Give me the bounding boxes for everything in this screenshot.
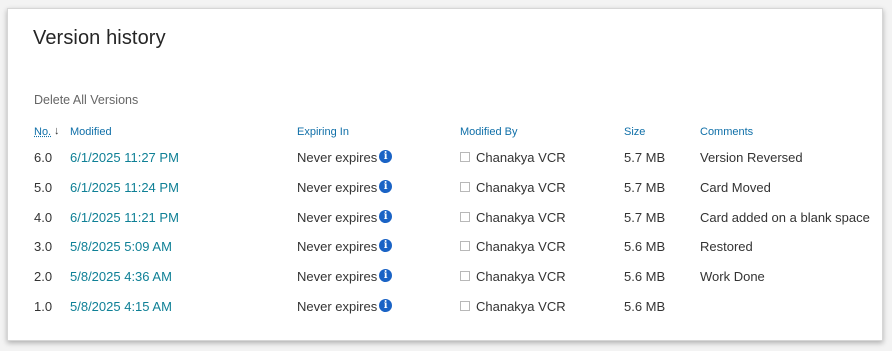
version-number: 1.0 — [34, 299, 53, 314]
version-size: 5.7 MB — [624, 179, 666, 195]
version-modified-link[interactable]: 6/1/2025 11:21 PM — [70, 210, 179, 225]
table-row: 4.0 6/1/2025 11:21 PM Never expires i Chanak… — [8, 209, 884, 240]
presence-checkbox-icon — [460, 152, 470, 162]
version-number: 6.0 — [34, 150, 53, 165]
modified-by-cell: Chanakya VCR — [460, 239, 566, 254]
column-header-no[interactable]: No. — [34, 126, 51, 138]
version-modified-link[interactable]: 6/1/2025 11:27 PM — [70, 150, 179, 165]
version-comment: Card added on a blank space — [700, 209, 870, 225]
expiring-text: Never expires — [297, 239, 378, 255]
column-header-modified-by[interactable]: Modified By — [460, 126, 517, 138]
column-header-size[interactable]: Size — [624, 126, 645, 138]
modified-by-cell: Chanakya VCR — [460, 210, 566, 225]
version-comment: Work Done — [700, 269, 765, 285]
version-size: 5.6 MB — [624, 239, 666, 255]
version-comment: Restored — [700, 239, 753, 255]
info-icon[interactable]: i — [379, 150, 393, 163]
version-number: 5.0 — [34, 179, 53, 195]
version-size: 5.6 MB — [624, 269, 666, 285]
presence-checkbox-icon — [460, 181, 470, 192]
table-row: 5.0 6/1/2025 11:24 PM Never expires i Chanak… — [8, 179, 884, 210]
version-size: 5.7 MB — [624, 150, 666, 165]
expiring-cell: Never expires i — [297, 209, 393, 225]
expiring-text: Never expires — [297, 179, 378, 195]
version-modified-link[interactable]: 5/8/2025 4:15 AM — [70, 299, 172, 314]
page-title: Version history — [33, 27, 166, 49]
version-size: 5.7 MB — [624, 209, 666, 225]
table-row: 6.0 6/1/2025 11:27 PM Never expires i Chanak… — [8, 150, 884, 180]
table-row: 1.0 5/8/2025 4:15 AM Never expires i Chanaky… — [8, 299, 884, 329]
sort-down-icon: ↓ — [54, 125, 60, 137]
expiring-cell: Never expires i — [297, 299, 393, 314]
version-history-panel: Version history Delete All Versions No. … — [7, 8, 883, 341]
column-header-modified[interactable]: Modified — [70, 126, 112, 138]
expiring-text: Never expires — [297, 209, 378, 225]
modified-by-cell: Chanakya VCR — [460, 150, 566, 165]
expiring-cell: Never expires i — [297, 150, 393, 165]
modified-by-cell: Chanakya VCR — [460, 180, 566, 195]
modified-by-name: Chanakya VCR — [476, 209, 566, 225]
info-icon[interactable]: i — [379, 239, 393, 253]
presence-checkbox-icon — [460, 241, 470, 252]
modified-by-name: Chanakya VCR — [476, 299, 566, 314]
expiring-text: Never expires — [297, 150, 378, 165]
expiring-text: Never expires — [297, 269, 378, 285]
version-modified-link[interactable]: 6/1/2025 11:24 PM — [70, 180, 179, 195]
delete-all-versions-link[interactable]: Delete All Versions — [34, 93, 138, 107]
presence-checkbox-icon — [460, 211, 470, 222]
modified-by-name: Chanakya VCR — [476, 150, 566, 165]
info-icon[interactable]: i — [379, 179, 393, 193]
modified-by-name: Chanakya VCR — [476, 269, 566, 285]
presence-checkbox-icon — [460, 301, 470, 311]
column-header-expiring-in[interactable]: Expiring In — [297, 126, 349, 138]
expiring-cell: Never expires i — [297, 239, 393, 255]
presence-checkbox-icon — [460, 271, 470, 282]
version-number: 4.0 — [34, 209, 53, 225]
modified-by-name: Chanakya VCR — [476, 179, 566, 195]
column-header-comments[interactable]: Comments — [700, 126, 753, 138]
version-modified-link[interactable]: 5/8/2025 5:09 AM — [70, 239, 172, 254]
modified-by-cell: Chanakya VCR — [460, 299, 566, 314]
expiring-text: Never expires — [297, 299, 378, 314]
table-row: 2.0 5/8/2025 4:36 AM Never expires i Chanaky… — [8, 269, 884, 299]
version-comment: Card Moved — [700, 179, 771, 195]
modified-by-name: Chanakya VCR — [476, 239, 566, 255]
info-icon[interactable]: i — [379, 299, 393, 312]
expiring-cell: Never expires i — [297, 179, 393, 195]
version-number: 2.0 — [34, 269, 53, 285]
version-comment: Version Reversed — [700, 150, 803, 165]
expiring-cell: Never expires i — [297, 269, 393, 285]
version-number: 3.0 — [34, 239, 53, 255]
version-size: 5.6 MB — [624, 299, 666, 314]
version-modified-link[interactable]: 5/8/2025 4:36 AM — [70, 269, 172, 284]
table-row: 3.0 5/8/2025 5:09 AM Never expires i Chanaky… — [8, 239, 884, 269]
modified-by-cell: Chanakya VCR — [460, 269, 566, 284]
info-icon[interactable]: i — [379, 269, 393, 283]
info-icon[interactable]: i — [379, 209, 393, 223]
